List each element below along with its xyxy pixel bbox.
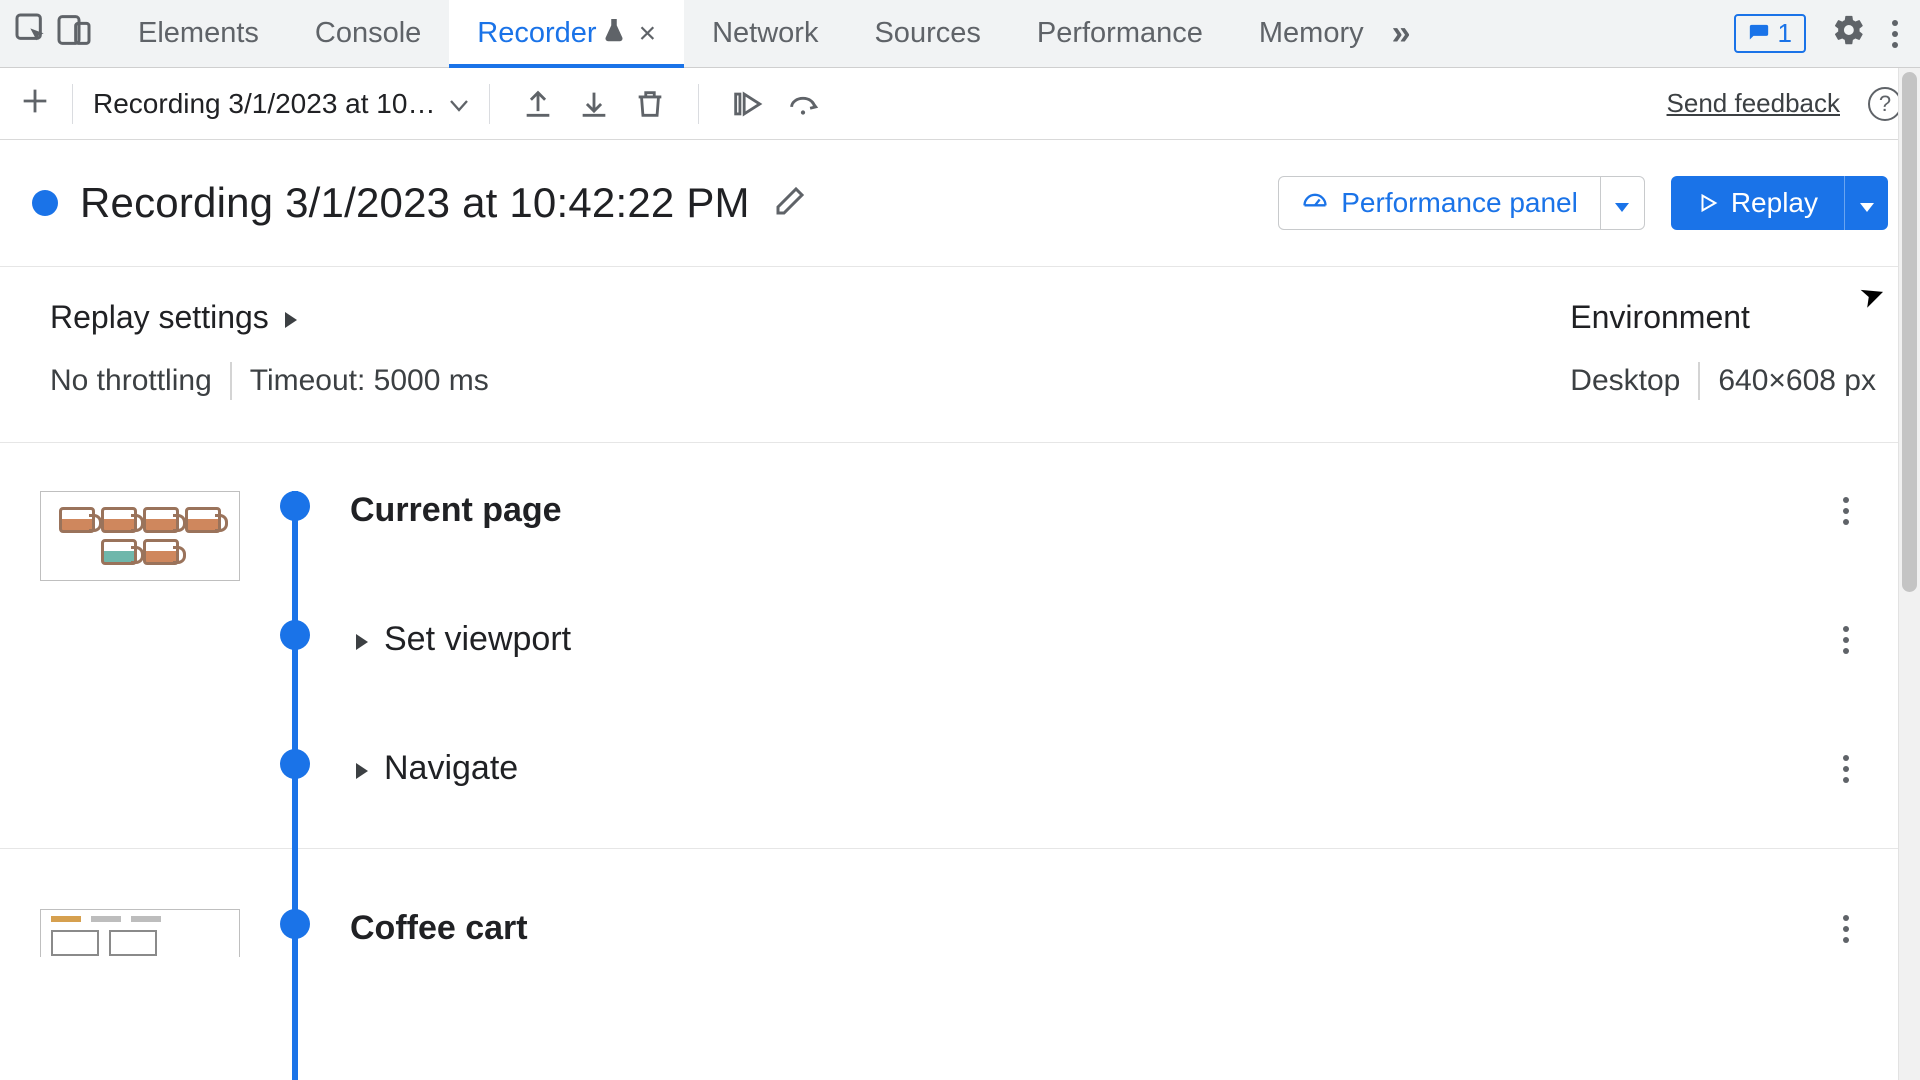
send-feedback-link[interactable]: Send feedback xyxy=(1667,88,1840,119)
scrollbar-thumb[interactable] xyxy=(1902,72,1917,592)
replay-button[interactable]: Replay xyxy=(1671,176,1844,230)
devtools-tabbar: Elements Console Recorder × Network Sour… xyxy=(0,0,1920,68)
environment-device: Desktop xyxy=(1570,364,1680,398)
step-navigate[interactable]: Navigate xyxy=(350,749,518,788)
step-more-menu[interactable] xyxy=(1816,755,1876,783)
timeline-node xyxy=(280,909,310,939)
timeout-value: Timeout: 5000 ms xyxy=(250,364,489,398)
gear-icon[interactable] xyxy=(1832,13,1866,55)
replay-button-group: Replay xyxy=(1671,176,1888,230)
performance-panel-button[interactable]: Performance panel xyxy=(1279,177,1600,229)
step-set-viewport[interactable]: Set viewport xyxy=(350,620,571,659)
help-icon[interactable]: ? xyxy=(1868,87,1902,121)
tab-label: Performance xyxy=(1037,17,1203,50)
steps-list: Current page Set viewport xyxy=(0,443,1920,957)
flask-icon xyxy=(603,17,625,51)
tab-label: Memory xyxy=(1259,17,1364,50)
step-more-menu[interactable] xyxy=(1816,915,1876,943)
replay-settings-heading: Replay settings xyxy=(50,299,269,336)
recording-dropdown[interactable]: Recording 3/1/2023 at 10… xyxy=(93,88,469,120)
import-button[interactable] xyxy=(510,87,566,121)
chevron-right-icon xyxy=(350,620,368,659)
tab-label: Console xyxy=(315,17,421,50)
environment-heading: Environment xyxy=(1570,299,1876,336)
timeline-node xyxy=(280,491,310,521)
step-label: Current page xyxy=(350,491,562,530)
step-more-menu[interactable] xyxy=(1816,626,1876,654)
close-icon[interactable]: × xyxy=(639,19,657,49)
recording-dropdown-label: Recording 3/1/2023 at 10… xyxy=(93,88,435,120)
tab-console[interactable]: Console xyxy=(287,0,449,67)
inspect-element-icon[interactable] xyxy=(12,10,52,58)
scrollbar[interactable] xyxy=(1898,68,1920,1080)
more-tabs-icon[interactable]: » xyxy=(1392,14,1405,53)
tab-elements[interactable]: Elements xyxy=(110,0,287,67)
chevron-down-icon xyxy=(449,88,469,120)
issues-button[interactable]: 1 xyxy=(1734,14,1806,53)
delete-button[interactable] xyxy=(622,87,678,121)
chevron-right-icon xyxy=(279,299,297,336)
new-recording-button[interactable] xyxy=(18,84,52,123)
export-button[interactable] xyxy=(566,87,622,121)
tab-sources[interactable]: Sources xyxy=(846,0,1008,67)
chevron-right-icon xyxy=(350,749,368,788)
kebab-menu-icon[interactable] xyxy=(1892,20,1898,48)
divider xyxy=(1698,362,1700,400)
issues-count: 1 xyxy=(1778,18,1792,49)
step-label: Navigate xyxy=(384,749,518,788)
recording-title: Recording 3/1/2023 at 10:42:22 PM xyxy=(80,179,750,227)
step-over-button[interactable] xyxy=(775,87,831,121)
step-coffee-cart[interactable]: Coffee cart xyxy=(350,909,528,948)
device-toolbar-icon[interactable] xyxy=(54,10,94,58)
tab-label: Elements xyxy=(138,17,259,50)
replay-settings-toggle[interactable]: Replay settings xyxy=(50,299,489,336)
performance-panel-button-group: Performance panel xyxy=(1278,176,1645,230)
replay-dropdown[interactable] xyxy=(1844,176,1888,230)
recording-status-dot xyxy=(32,190,58,216)
tab-network[interactable]: Network xyxy=(684,0,846,67)
settings-row: Replay settings No throttling Timeout: 5… xyxy=(0,267,1920,443)
replay-label: Replay xyxy=(1731,187,1818,219)
step-replay-button[interactable] xyxy=(719,87,775,121)
tab-label: Network xyxy=(712,17,818,50)
step-thumbnail xyxy=(40,909,240,957)
step-label: Set viewport xyxy=(384,620,571,659)
tab-label: Recorder xyxy=(477,17,596,50)
step-current-page[interactable]: Current page xyxy=(350,491,562,530)
step-more-menu[interactable] xyxy=(1816,497,1876,525)
divider xyxy=(230,362,232,400)
edit-title-icon[interactable] xyxy=(750,183,808,224)
step-thumbnail xyxy=(40,491,240,581)
recorder-toolbar: Recording 3/1/2023 at 10… Send feedback … xyxy=(0,68,1920,140)
performance-panel-dropdown[interactable] xyxy=(1600,177,1644,229)
timeline-node xyxy=(280,749,310,779)
throttling-value: No throttling xyxy=(50,364,212,398)
recording-header: Recording 3/1/2023 at 10:42:22 PM Perfor… xyxy=(0,140,1920,267)
environment-viewport: 640×608 px xyxy=(1718,364,1876,398)
tab-performance[interactable]: Performance xyxy=(1009,0,1231,67)
timeline-node xyxy=(280,620,310,650)
tab-memory[interactable]: Memory xyxy=(1231,0,1392,67)
tab-label: Sources xyxy=(874,17,980,50)
performance-panel-label: Performance panel xyxy=(1341,187,1578,219)
step-label: Coffee cart xyxy=(350,909,528,948)
tab-recorder[interactable]: Recorder × xyxy=(449,0,684,67)
